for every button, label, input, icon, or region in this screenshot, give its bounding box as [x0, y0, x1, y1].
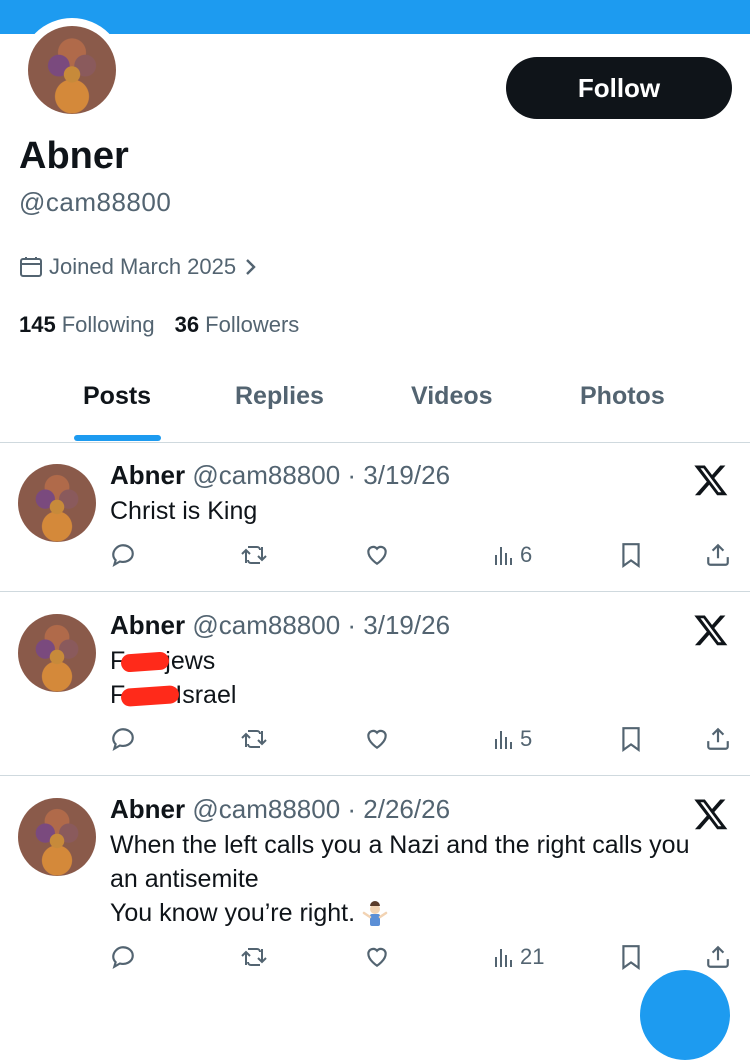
- bookmark-button[interactable]: [620, 944, 642, 970]
- share-icon: [707, 945, 729, 968]
- joined-date[interactable]: Joined March 2025: [19, 254, 264, 280]
- profile-tabs: Posts Replies Videos Photos: [0, 370, 750, 443]
- tweet-author-name[interactable]: Abner: [110, 794, 185, 824]
- tweet-line: Fjews: [110, 644, 236, 678]
- views-button[interactable]: 21: [492, 944, 544, 970]
- tab-videos[interactable]: Videos: [411, 382, 493, 411]
- tab-replies[interactable]: Replies: [235, 382, 324, 411]
- joined-text: Joined March 2025: [49, 254, 237, 279]
- tweet-header: Abner @cam88800 · 3/19/26: [110, 610, 450, 641]
- x-logo-icon: [694, 799, 728, 830]
- views-icon: [495, 547, 512, 565]
- tweet-actions: 21: [0, 944, 750, 976]
- views-count: 5: [520, 726, 533, 751]
- tweet-text: Fjews F Israel: [110, 644, 236, 712]
- views-button[interactable]: 6: [492, 542, 532, 568]
- tweet-author-name[interactable]: Abner: [110, 460, 185, 490]
- tweet[interactable]: Abner @cam88800 · 2/26/26 When the left …: [0, 776, 750, 1006]
- bookmark-icon: [622, 543, 640, 568]
- compose-fab-button[interactable]: [640, 970, 730, 1060]
- views-count: 21: [520, 944, 545, 969]
- tweet-text: When the left calls you a Nazi and the r…: [110, 828, 689, 930]
- chevron-right-icon: [246, 259, 256, 275]
- retweet-button[interactable]: [240, 542, 268, 568]
- profile-banner: [0, 0, 750, 34]
- tweet-line: You know you’re right.: [110, 896, 689, 930]
- avatar-image: [28, 26, 116, 114]
- share-button[interactable]: [705, 944, 731, 970]
- tweet-meta: @cam88800 · 3/19/26: [192, 460, 451, 490]
- tweet-actions: 6: [0, 542, 750, 574]
- reply-button[interactable]: [110, 944, 136, 970]
- following-count: 145: [19, 312, 56, 337]
- followers-label: Followers: [205, 312, 300, 337]
- followers-stat[interactable]: 36 Followers: [175, 312, 300, 338]
- tweet-actions: 5: [0, 726, 750, 758]
- profile-avatar[interactable]: [20, 18, 124, 122]
- retweet-icon: [241, 730, 267, 748]
- following-label: Following: [61, 312, 155, 337]
- tweet-line: When the left calls you a Nazi and the r…: [110, 831, 690, 859]
- tweet-meta: @cam88800 · 3/19/26: [192, 610, 451, 640]
- tab-posts[interactable]: Posts: [83, 382, 151, 411]
- like-icon: [367, 947, 387, 967]
- tweet-avatar[interactable]: [18, 464, 96, 542]
- following-stat[interactable]: 145 Following: [19, 312, 155, 338]
- share-button[interactable]: [705, 542, 731, 568]
- like-button[interactable]: [363, 542, 391, 568]
- bookmark-button[interactable]: [620, 542, 642, 568]
- profile-handle: @cam88800: [19, 187, 172, 217]
- tweet[interactable]: Abner @cam88800 · 3/19/26 Fjews F Israel …: [0, 592, 750, 776]
- tweet-line: F Israel: [110, 678, 236, 712]
- redaction-mark: [120, 685, 180, 708]
- tab-photos[interactable]: Photos: [580, 382, 665, 411]
- tweet-line: Christ is King: [110, 497, 258, 525]
- like-button[interactable]: [363, 726, 391, 752]
- share-icon: [707, 727, 729, 750]
- views-icon: [495, 731, 512, 749]
- tweet-meta: @cam88800 · 2/26/26: [192, 794, 451, 824]
- reply-icon: [112, 544, 134, 568]
- like-icon: [367, 545, 387, 565]
- tweet[interactable]: Abner @cam88800 · 3/19/26 Christ is King…: [0, 442, 750, 592]
- redaction-mark: [120, 651, 170, 674]
- reply-button[interactable]: [110, 726, 136, 752]
- shrug-emoji-icon: [362, 901, 388, 927]
- x-logo-icon: [694, 465, 728, 496]
- line-suffix: jews: [165, 647, 216, 675]
- like-icon: [367, 729, 387, 749]
- bookmark-button[interactable]: [620, 726, 642, 752]
- views-count: 6: [520, 542, 533, 567]
- active-tab-indicator: [74, 435, 161, 441]
- tweet-author-name[interactable]: Abner: [110, 610, 185, 640]
- calendar-icon: [20, 257, 42, 277]
- tweet-avatar[interactable]: [18, 614, 96, 692]
- share-icon: [707, 543, 729, 566]
- profile-name: Abner: [19, 135, 129, 177]
- line-suffix: Israel: [175, 681, 237, 709]
- follow-button[interactable]: Follow: [506, 57, 732, 119]
- share-button[interactable]: [705, 726, 731, 752]
- views-icon: [495, 949, 512, 967]
- reply-icon: [112, 946, 134, 970]
- x-logo-icon: [694, 615, 728, 646]
- views-button[interactable]: 5: [492, 726, 532, 752]
- reply-button[interactable]: [110, 542, 136, 568]
- reply-icon: [112, 728, 134, 752]
- followers-count: 36: [174, 312, 200, 337]
- tweet-line: an antisemite: [110, 865, 259, 893]
- retweet-button[interactable]: [240, 944, 268, 970]
- retweet-icon: [241, 546, 267, 564]
- bookmark-icon: [622, 727, 640, 752]
- retweet-icon: [241, 948, 267, 966]
- retweet-button[interactable]: [240, 726, 268, 752]
- follow-stats: 145 Following 36 Followers: [19, 312, 299, 338]
- tweet-line-text: You know you’re right.: [110, 899, 356, 927]
- tweet-avatar[interactable]: [18, 798, 96, 876]
- bookmark-icon: [622, 945, 640, 970]
- tweet-header: Abner @cam88800 · 3/19/26: [110, 460, 450, 491]
- like-button[interactable]: [363, 944, 391, 970]
- tweet-header: Abner @cam88800 · 2/26/26: [110, 794, 450, 825]
- tweet-text: Christ is King: [110, 494, 257, 528]
